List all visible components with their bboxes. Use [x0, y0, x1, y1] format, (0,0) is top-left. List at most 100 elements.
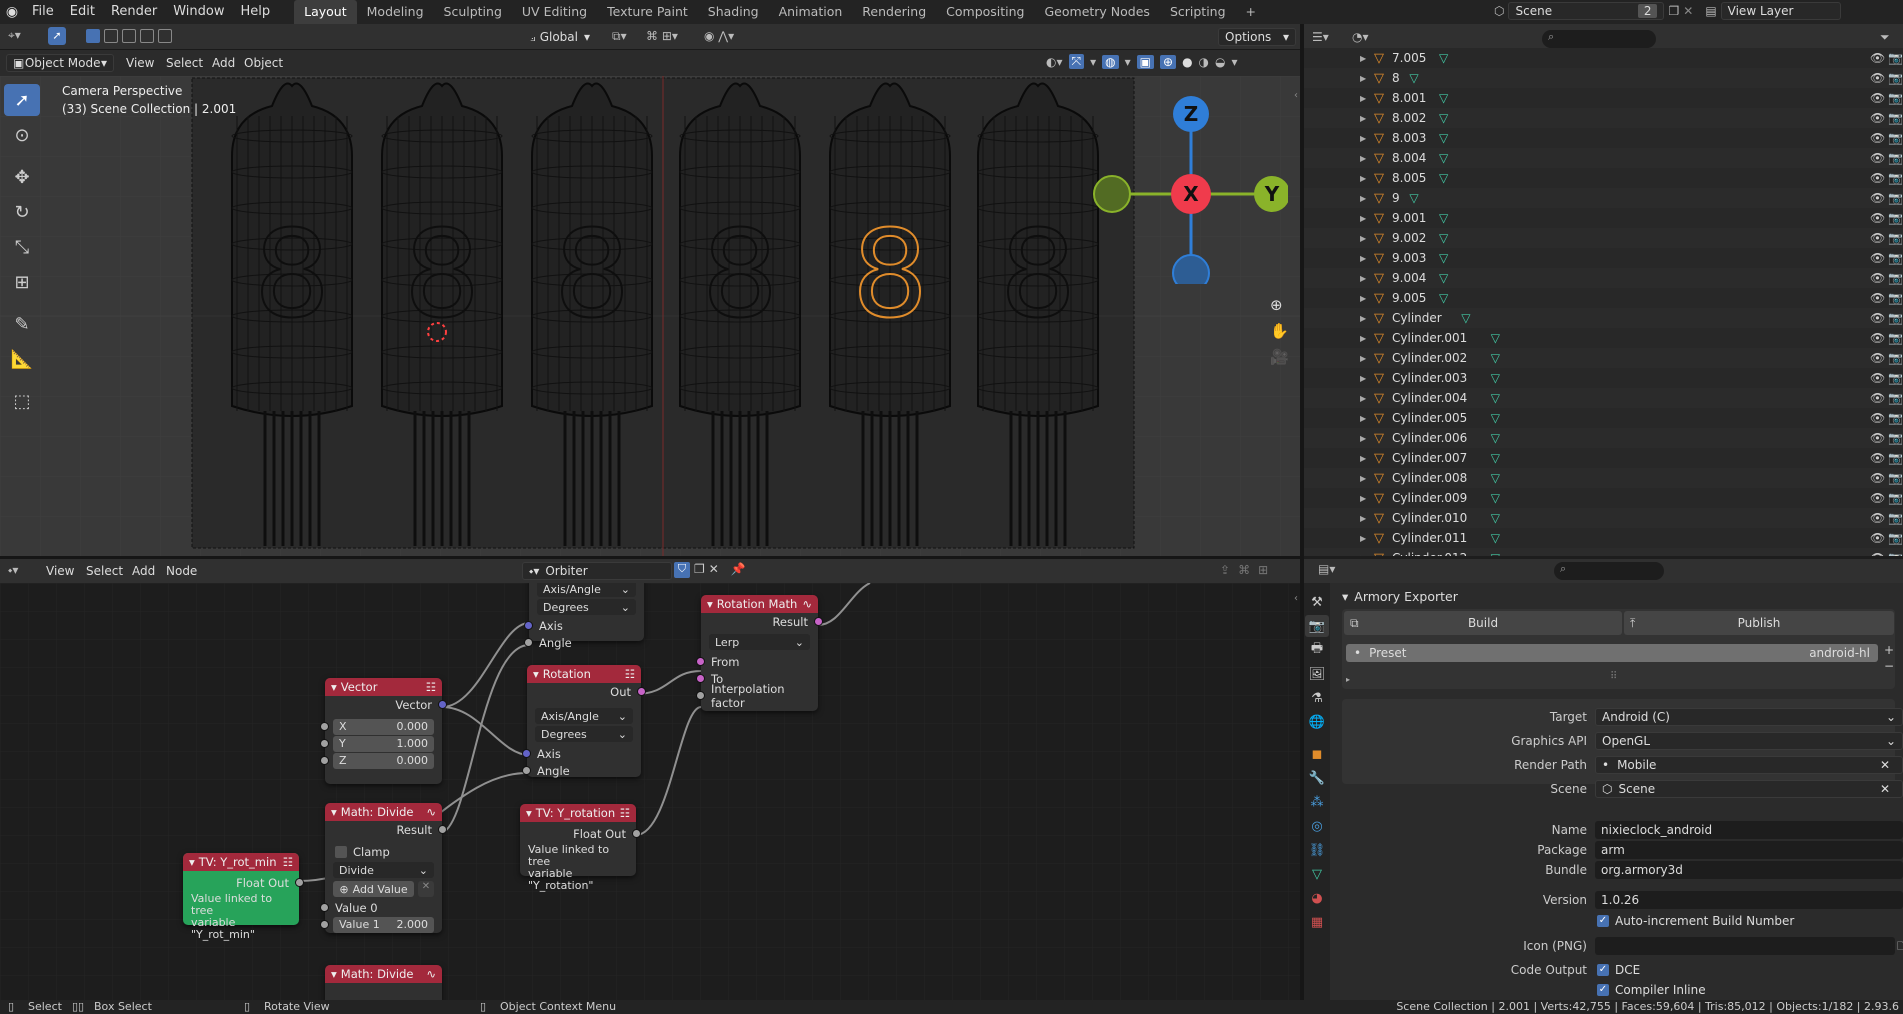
- eye-icon[interactable]: 👁: [1870, 271, 1885, 285]
- pivot-point-icon[interactable]: ⧉▾: [612, 29, 627, 44]
- expand-arrow-icon[interactable]: ▶: [1360, 494, 1366, 503]
- eye-icon[interactable]: 👁: [1870, 111, 1885, 125]
- render-camera-icon[interactable]: 📷: [1888, 231, 1903, 245]
- publish-button[interactable]: ⤒ Publish: [1624, 611, 1894, 635]
- gizmo-toggle-icon[interactable]: ⤧: [1068, 54, 1085, 69]
- select-tool-icon[interactable]: ➚: [48, 27, 66, 45]
- object-mode-dropdown[interactable]: ▣ Object Mode ▾: [6, 54, 114, 72]
- package-input[interactable]: arm: [1595, 841, 1903, 859]
- filter-icon[interactable]: ⏷: [1880, 30, 1890, 45]
- render-camera-icon[interactable]: 📷: [1888, 271, 1903, 285]
- render-camera-icon[interactable]: 📷: [1888, 131, 1903, 145]
- zoom-icon[interactable]: ⊕: [1270, 296, 1289, 314]
- new-scene-icon[interactable]: ❐: [1668, 4, 1679, 18]
- visibility-icon[interactable]: ◐▾: [1046, 55, 1063, 69]
- view-layer-icon[interactable]: ▤: [1705, 4, 1716, 18]
- snap-icon[interactable]: ⌘ ⊞▾: [646, 29, 678, 43]
- export-scene-field[interactable]: ⬡ Scene ✕: [1595, 780, 1903, 798]
- remove-preset-icon[interactable]: −: [1884, 659, 1898, 673]
- view-layer-tab-icon[interactable]: 🖼: [1305, 663, 1329, 685]
- expand-arrow-icon[interactable]: ▶: [1360, 234, 1366, 243]
- add-workspace-icon[interactable]: +: [1236, 0, 1266, 24]
- rotation-top-mode-dropdown[interactable]: Axis/Angle ⌄: [537, 583, 636, 597]
- eye-icon[interactable]: 👁: [1870, 131, 1885, 145]
- render-camera-icon[interactable]: 📷: [1888, 111, 1903, 125]
- render-camera-icon[interactable]: 📷: [1888, 151, 1903, 165]
- vector-y-field[interactable]: Y 1.000: [333, 735, 434, 752]
- material-tab-icon[interactable]: ◕: [1305, 887, 1329, 909]
- scale-tool-icon[interactable]: ⤡: [4, 231, 40, 263]
- parent-tree-icon[interactable]: ⇪: [1220, 563, 1230, 577]
- version-input[interactable]: 1.0.26: [1595, 891, 1903, 909]
- rotation-unit-dropdown[interactable]: Degrees ⌄: [535, 726, 633, 742]
- display-mode-icon[interactable]: ◔▾: [1352, 30, 1369, 44]
- expand-arrow-icon[interactable]: ▶: [1360, 114, 1366, 123]
- render-camera-icon[interactable]: 📷: [1888, 491, 1903, 505]
- snap-target-icon[interactable]: ⊞: [1258, 563, 1268, 577]
- target-dropdown[interactable]: Android (C) ⌄: [1595, 708, 1903, 726]
- options-dropdown[interactable]: Options ▾: [1218, 28, 1296, 46]
- constraints-tab-icon[interactable]: ⛓: [1305, 839, 1329, 861]
- menu-help[interactable]: Help: [233, 0, 279, 24]
- render-camera-icon[interactable]: 📷: [1888, 51, 1903, 65]
- render-camera-icon[interactable]: 📷: [1888, 351, 1903, 365]
- snap-node-icon[interactable]: ⌘: [1238, 563, 1250, 577]
- compiler-inline-checkbox[interactable]: ✓ Compiler Inline: [1597, 983, 1706, 997]
- render-camera-icon[interactable]: 📷: [1888, 91, 1903, 105]
- outliner-item[interactable]: ▶ ▽ 8.001 ▽ 👁 📷: [1304, 88, 1903, 108]
- outliner-item[interactable]: ▶ ▽ 7.005 ▽ 👁 📷: [1304, 48, 1903, 68]
- eye-icon[interactable]: 👁: [1870, 511, 1885, 525]
- render-camera-icon[interactable]: 📷: [1888, 331, 1903, 345]
- solid-shading-icon[interactable]: ●: [1182, 55, 1192, 69]
- outliner-item[interactable]: ▶ ▽ Cylinder.008 ▽ 👁 📷: [1304, 468, 1903, 488]
- node-menu-view[interactable]: View: [38, 559, 82, 583]
- particles-tab-icon[interactable]: ⁂: [1305, 791, 1329, 813]
- rotate-tool-icon[interactable]: ↻: [4, 196, 40, 228]
- expand-arrow-icon[interactable]: ▶: [1360, 274, 1366, 283]
- output-tab-icon[interactable]: 🖶: [1305, 639, 1329, 661]
- select-mode-buttons[interactable]: [86, 29, 172, 43]
- outliner-item[interactable]: ▶ ▽ 9.001 ▽ 👁 📷: [1304, 208, 1903, 228]
- expand-arrow-icon[interactable]: ▶: [1360, 54, 1366, 63]
- menu-edit[interactable]: Edit: [62, 0, 103, 24]
- outliner-item[interactable]: ▶ ▽ Cylinder.010 ▽ 👁 📷: [1304, 508, 1903, 528]
- transform-tool-icon[interactable]: ⊞: [4, 266, 40, 298]
- eye-icon[interactable]: 👁: [1870, 251, 1885, 265]
- expand-arrow-icon[interactable]: ▶: [1360, 194, 1366, 203]
- rotation-mode-dropdown[interactable]: Axis/Angle ⌄: [535, 708, 633, 724]
- outliner-search-input[interactable]: ⌕: [1542, 30, 1656, 48]
- eye-icon[interactable]: 👁: [1870, 431, 1885, 445]
- outliner-item[interactable]: ▶ ▽ 8 ▽ 👁 📷: [1304, 68, 1903, 88]
- duplicate-tree-icon[interactable]: ❐: [694, 562, 705, 578]
- expand-arrow-icon[interactable]: ▶: [1360, 314, 1366, 323]
- render-camera-icon[interactable]: 📷: [1888, 371, 1903, 385]
- expand-arrow-icon[interactable]: ▶: [1360, 434, 1366, 443]
- wireframe-shading-icon[interactable]: ⊕: [1160, 54, 1177, 69]
- node-tv-y-rotation[interactable]: ▾ TV: Y_rotation ☷ Float Out Value linked …: [520, 804, 641, 892]
- node-tree-selector[interactable]: ⬩▾ Orbiter: [522, 562, 672, 580]
- overlay-toggle-icon[interactable]: ◍: [1102, 54, 1119, 69]
- name-input[interactable]: nixieclock_android: [1595, 821, 1903, 839]
- add-cube-tool-icon[interactable]: ⬚: [4, 385, 40, 417]
- build-button[interactable]: ⧉ Build: [1344, 611, 1622, 635]
- fake-user-shield-icon[interactable]: ⛉: [674, 562, 690, 578]
- cursor-tool-icon[interactable]: ⊙: [4, 119, 40, 151]
- expand-arrow-icon[interactable]: ▶: [1360, 134, 1366, 143]
- graphics-api-dropdown[interactable]: OpenGL ⌄: [1595, 732, 1903, 750]
- tab-compositing[interactable]: Compositing: [936, 0, 1034, 24]
- eye-icon[interactable]: 👁: [1870, 91, 1885, 105]
- outliner-item[interactable]: ▶ ▽ Cylinder.002 ▽ 👁 📷: [1304, 348, 1903, 368]
- expand-arrow-icon[interactable]: ▶: [1360, 534, 1366, 543]
- icon-png-input[interactable]: [1595, 937, 1895, 955]
- expand-arrow-icon[interactable]: ▶: [1360, 334, 1366, 343]
- node-editor-type-icon[interactable]: ⬩▾: [8, 563, 18, 578]
- shading-options-icon[interactable]: ▾: [1232, 55, 1238, 69]
- tab-rendering[interactable]: Rendering: [852, 0, 936, 24]
- render-camera-icon[interactable]: 📷: [1888, 431, 1903, 445]
- xray-toggle-icon[interactable]: ▣: [1136, 54, 1154, 69]
- modifier-tab-icon[interactable]: 🔧: [1305, 767, 1329, 789]
- expand-arrow-icon[interactable]: ▶: [1360, 514, 1366, 523]
- expand-arrow-icon[interactable]: ▶: [1360, 74, 1366, 83]
- unlink-tree-icon[interactable]: ✕: [709, 562, 719, 578]
- viewport-menu-view[interactable]: View: [118, 51, 162, 75]
